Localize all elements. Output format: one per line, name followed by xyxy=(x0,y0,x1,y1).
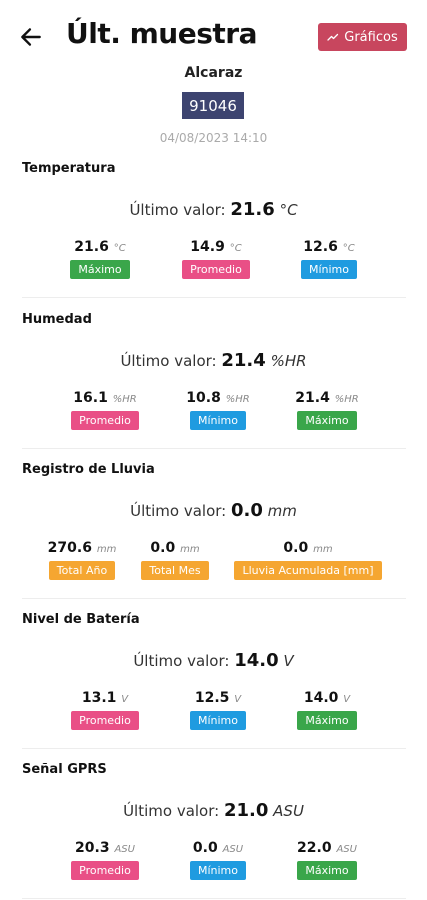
trending-up-icon xyxy=(327,33,339,41)
last-value-row: Último valor: 21.6 °C xyxy=(0,199,427,220)
last-value-row: Último valor: 0.0 mm xyxy=(0,500,427,521)
last-value-label: Último valor: xyxy=(133,652,230,670)
last-value: 0.0 xyxy=(231,500,263,521)
stat-year-total: 270.6 mm Total Año xyxy=(32,540,132,580)
stat-min: 12.6 °C Mínimo xyxy=(279,239,379,279)
stat-label-badge: Mínimo xyxy=(189,861,247,880)
last-value-label: Último valor: xyxy=(120,352,217,370)
stat-label-badge: Lluvia Acumulada [mm] xyxy=(234,561,382,580)
stat-value: 14.9 xyxy=(190,239,225,255)
stat-label-badge: Promedio xyxy=(71,411,139,430)
stat-min: 10.8 %HR Mínimo xyxy=(168,390,268,430)
stat-value: 21.4 xyxy=(295,390,330,406)
stat-accumulated: 0.0 mm Lluvia Acumulada [mm] xyxy=(228,540,388,580)
stat-min: 0.0 ASU Mínimo xyxy=(168,840,268,880)
stat-label-badge: Mínimo xyxy=(300,260,358,279)
stat-label-badge: Mínimo xyxy=(189,711,247,730)
graphs-button[interactable]: Gráficos xyxy=(318,23,407,51)
divider xyxy=(22,448,406,449)
stat-avg: 14.9 °C Promedio xyxy=(166,239,266,279)
stat-min: 12.5 V Mínimo xyxy=(168,690,268,730)
station-name: Alcaraz xyxy=(184,65,243,81)
stat-value: 22.0 xyxy=(297,840,332,856)
stat-unit: ASU xyxy=(336,844,357,855)
stat-value: 270.6 xyxy=(47,540,92,556)
stat-value: 13.1 xyxy=(81,690,117,706)
stat-unit: %HR xyxy=(112,394,137,405)
stat-value: 21.6 xyxy=(74,239,109,255)
stat-label-badge: Total Año xyxy=(48,561,116,580)
stat-avg: 13.1 V Promedio xyxy=(55,690,155,730)
stat-max: 21.6 °C Máximo xyxy=(50,239,150,279)
last-value-label: Último valor: xyxy=(129,201,226,219)
section-title: Temperatura xyxy=(22,161,116,176)
section-title: Nivel de Batería xyxy=(22,612,140,627)
stat-unit: mm xyxy=(180,544,200,555)
stat-label-badge: Promedio xyxy=(71,861,139,880)
last-value-label: Último valor: xyxy=(130,502,227,520)
stat-unit: %HR xyxy=(225,394,250,405)
stat-label-badge: Máximo xyxy=(297,711,357,730)
stat-max: 21.4 %HR Máximo xyxy=(277,390,377,430)
last-value-unit: mm xyxy=(267,502,297,520)
station-code-badge: 91046 xyxy=(182,92,244,119)
stat-label-badge: Promedio xyxy=(182,260,250,279)
section-title: Humedad xyxy=(22,312,92,327)
stat-value: 16.1 xyxy=(73,390,108,406)
last-value-row: Último valor: 14.0 V xyxy=(0,650,427,671)
stat-value: 14.0 xyxy=(303,690,339,706)
stat-unit: %HR xyxy=(334,394,359,405)
stat-value: 0.0 xyxy=(192,840,218,856)
last-value-row: Último valor: 21.4 %HR xyxy=(0,350,427,371)
stat-value: 10.8 xyxy=(186,390,221,406)
divider xyxy=(22,898,406,899)
stat-unit: V xyxy=(234,694,242,705)
last-value-unit: °C xyxy=(279,201,298,219)
stat-avg: 16.1 %HR Promedio xyxy=(55,390,155,430)
last-value-unit: V xyxy=(283,652,294,670)
stat-unit: °C xyxy=(342,243,355,254)
stat-label-badge: Máximo xyxy=(297,861,357,880)
stat-unit: mm xyxy=(313,544,333,555)
back-arrow-icon[interactable] xyxy=(18,24,44,50)
stat-unit: V xyxy=(121,694,129,705)
stat-avg: 20.3 ASU Promedio xyxy=(55,840,155,880)
app-header: Últ. muestra Gráficos xyxy=(0,0,427,70)
last-value-unit: %HR xyxy=(270,352,307,370)
last-value-row: Último valor: 21.0 ASU xyxy=(0,800,427,821)
stat-max: 22.0 ASU Máximo xyxy=(277,840,377,880)
sample-datetime: 04/08/2023 14:10 xyxy=(159,131,268,145)
section-title: Registro de Lluvia xyxy=(22,462,155,477)
stat-max: 14.0 V Máximo xyxy=(277,690,377,730)
stat-label-badge: Máximo xyxy=(297,411,357,430)
divider xyxy=(22,297,406,298)
stat-value: 0.0 xyxy=(283,540,309,556)
graphs-button-label: Gráficos xyxy=(344,29,398,45)
last-value: 21.0 xyxy=(223,800,269,821)
stat-month-total: 0.0 mm Total Mes xyxy=(125,540,225,580)
stat-value: 0.0 xyxy=(150,540,176,556)
stat-unit: °C xyxy=(229,243,242,254)
section-title: Señal GPRS xyxy=(22,762,107,777)
page-title: Últ. muestra xyxy=(66,17,257,50)
last-value: 21.4 xyxy=(221,350,266,371)
last-value-label: Último valor: xyxy=(123,802,220,820)
stat-label-badge: Promedio xyxy=(71,711,139,730)
stat-unit: ASU xyxy=(222,844,244,855)
last-value-unit: ASU xyxy=(273,802,304,820)
stat-label-badge: Total Mes xyxy=(141,561,209,580)
divider xyxy=(22,598,406,599)
stat-unit: ASU xyxy=(114,844,135,855)
stat-label-badge: Mínimo xyxy=(189,411,247,430)
stat-unit: V xyxy=(343,694,351,705)
stat-label-badge: Máximo xyxy=(70,260,130,279)
last-value: 21.6 xyxy=(230,199,275,220)
stat-value: 12.6 xyxy=(303,239,338,255)
last-value: 14.0 xyxy=(234,650,279,671)
stat-value: 12.5 xyxy=(194,690,230,706)
stat-value: 20.3 xyxy=(75,840,110,856)
stat-unit: °C xyxy=(113,243,126,254)
divider xyxy=(22,748,406,749)
stat-unit: mm xyxy=(96,544,117,555)
